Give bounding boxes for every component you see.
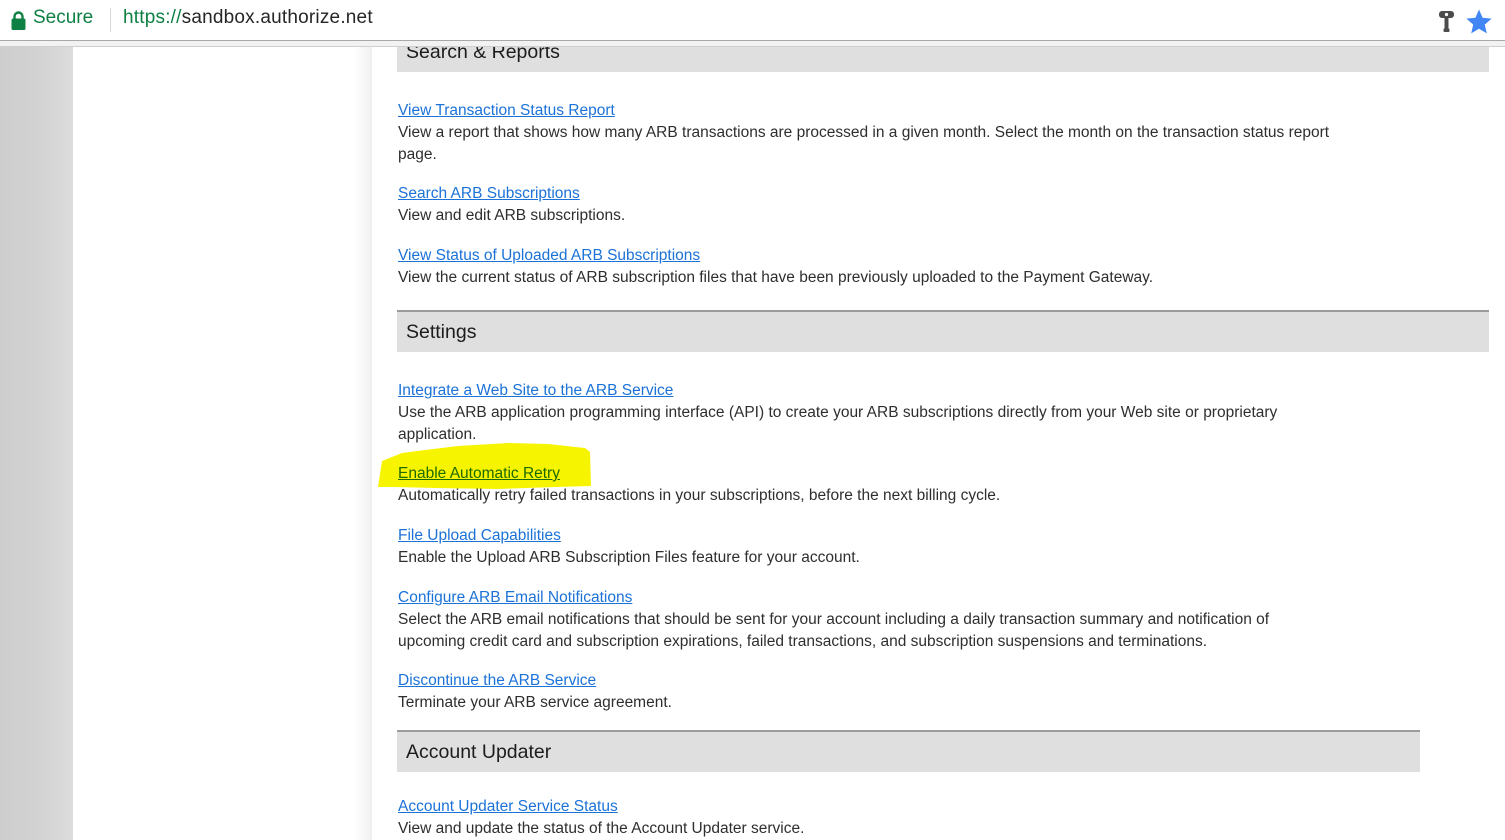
browser-address-bar: Secure https://sandbox.authorize.net (0, 0, 1505, 41)
desc-line: Use the ARB application programming inte… (398, 402, 1277, 424)
item-description: Enable the Upload ARB Subscription Files… (398, 547, 860, 569)
password-key-icon[interactable] (1438, 10, 1455, 33)
section-title: Search & Reports (406, 47, 560, 64)
list-item-file-upload-capabilities: File Upload Capabilities Enable the Uplo… (398, 525, 860, 569)
url-scheme: https:// (123, 7, 182, 28)
secure-label[interactable]: Secure (33, 7, 93, 29)
desc-line: View the current status of ARB subscript… (398, 267, 1153, 289)
section-title: Settings (406, 321, 476, 344)
url-host: sandbox.authorize.net (182, 7, 373, 28)
list-item-integrate-web-site: Integrate a Web Site to the ARB Service … (398, 380, 1277, 445)
list-item-configure-arb-email-notifications: Configure ARB Email Notifications Select… (398, 587, 1269, 652)
link-account-updater-service-status[interactable]: Account Updater Service Status (398, 796, 618, 818)
section-title: Account Updater (406, 741, 551, 764)
desc-line: View a report that shows how many ARB tr… (398, 122, 1329, 144)
item-description: Select the ARB email notifications that … (398, 609, 1269, 652)
link-view-transaction-status-report[interactable]: View Transaction Status Report (398, 100, 615, 122)
item-description: View a report that shows how many ARB tr… (398, 122, 1329, 165)
item-description: View the current status of ARB subscript… (398, 267, 1153, 289)
link-configure-arb-email-notifications[interactable]: Configure ARB Email Notifications (398, 587, 632, 609)
address-bar-divider (110, 8, 111, 32)
item-description: View and edit ARB subscriptions. (398, 205, 625, 227)
desc-line: View and update the status of the Accoun… (398, 818, 804, 840)
browser-window: Secure https://sandbox.authorize.net Sea… (0, 0, 1505, 840)
desc-line: page. (398, 144, 1329, 166)
desc-line: Automatically retry failed transactions … (398, 485, 1000, 507)
section-header-search-reports: Search & Reports (397, 47, 1489, 72)
desc-line: View and edit ARB subscriptions. (398, 205, 625, 227)
desc-line: application. (398, 424, 1277, 446)
content-panel-shadow (354, 47, 372, 840)
section-header-settings: Settings (397, 310, 1489, 352)
list-item-view-status-uploaded-arb: View Status of Uploaded ARB Subscription… (398, 245, 1153, 289)
list-item-search-arb-subscriptions: Search ARB Subscriptions View and edit A… (398, 183, 625, 227)
link-integrate-web-site-arb-service[interactable]: Integrate a Web Site to the ARB Service (398, 380, 673, 402)
link-discontinue-arb-service[interactable]: Discontinue the ARB Service (398, 670, 596, 692)
section-header-account-updater: Account Updater (397, 730, 1420, 772)
desc-line: Terminate your ARB service agreement. (398, 692, 672, 714)
page-left-margin (0, 47, 73, 840)
link-enable-automatic-retry[interactable]: Enable Automatic Retry (398, 463, 560, 485)
item-description: Terminate your ARB service agreement. (398, 692, 672, 714)
secure-lock-icon[interactable] (10, 10, 27, 31)
list-item-discontinue-arb-service: Discontinue the ARB Service Terminate yo… (398, 670, 672, 714)
desc-line: upcoming credit card and subscription ex… (398, 631, 1269, 653)
list-item-enable-automatic-retry: Enable Automatic Retry Automatically ret… (398, 463, 1000, 507)
item-description: View and update the status of the Accoun… (398, 818, 804, 840)
desc-line: Enable the Upload ARB Subscription Files… (398, 547, 860, 569)
item-description: Use the ARB application programming inte… (398, 402, 1277, 445)
main-content: Search & Reports View Transaction Status… (372, 47, 1489, 840)
list-item-view-transaction-status-report: View Transaction Status Report View a re… (398, 100, 1329, 165)
link-view-status-uploaded-arb-subscriptions[interactable]: View Status of Uploaded ARB Subscription… (398, 245, 700, 267)
url-text[interactable]: https://sandbox.authorize.net (123, 7, 373, 29)
item-description: Automatically retry failed transactions … (398, 485, 1000, 507)
desc-line: Select the ARB email notifications that … (398, 609, 1269, 631)
link-search-arb-subscriptions[interactable]: Search ARB Subscriptions (398, 183, 580, 205)
link-file-upload-capabilities[interactable]: File Upload Capabilities (398, 525, 561, 547)
bookmark-star-icon[interactable] (1465, 8, 1493, 35)
list-item-account-updater-service-status: Account Updater Service Status View and … (398, 796, 804, 840)
